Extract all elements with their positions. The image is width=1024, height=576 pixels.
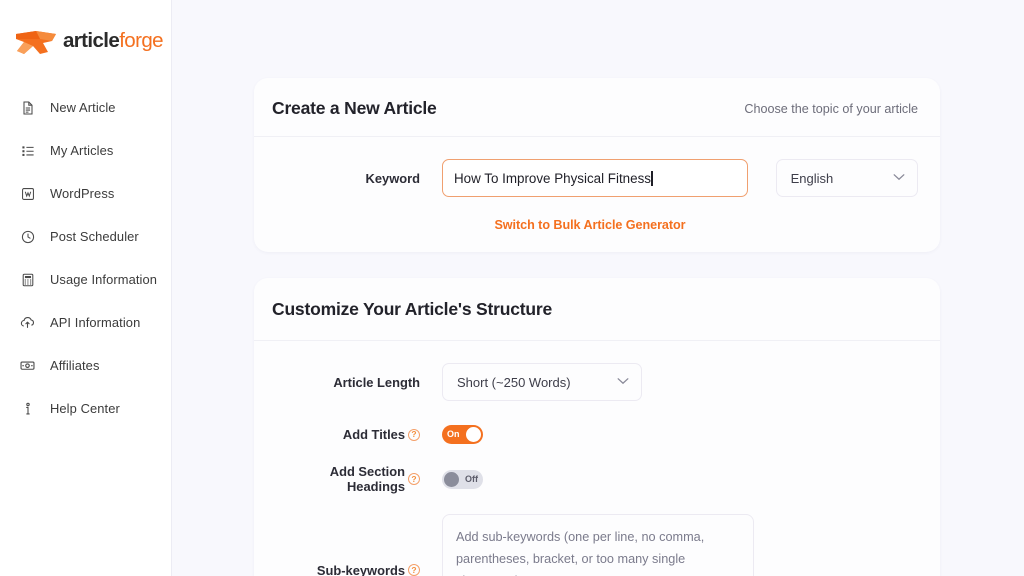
sidebar-item-label: Affiliates — [50, 358, 100, 373]
bulk-link-row: Switch to Bulk Article Generator — [272, 218, 918, 232]
switch-to-bulk-generator-link[interactable]: Switch to Bulk Article Generator — [494, 218, 685, 232]
add-section-headings-toggle[interactable]: Off — [442, 469, 483, 489]
create-article-card-header: Create a New Article Choose the topic of… — [254, 78, 940, 137]
create-article-subtitle: Choose the topic of your article — [744, 101, 918, 116]
sidebar-item-affiliates[interactable]: Affiliates — [0, 344, 171, 387]
toggle-knob — [444, 471, 459, 487]
list-icon — [18, 141, 37, 160]
banknote-icon — [18, 356, 37, 375]
sidebar-item-wordpress[interactable]: WordPress — [0, 172, 171, 215]
structure-card-header: Customize Your Article's Structure — [254, 278, 940, 341]
keyword-label: Keyword — [365, 170, 420, 186]
cloud-upload-icon — [18, 313, 37, 332]
sub-keywords-row: Sub-keywords ? Add sub-keywords (one per… — [272, 514, 918, 576]
structure-card-body: Article Length Short (~250 Words) Add Ti… — [254, 341, 940, 576]
sidebar-item-label: Post Scheduler — [50, 229, 139, 244]
chevron-down-icon — [617, 377, 629, 388]
sub-keywords-textarea[interactable]: Add sub-keywords (one per line, no comma… — [442, 514, 754, 576]
add-titles-label: Add Titles ? — [272, 427, 442, 442]
clock-icon — [18, 227, 37, 246]
brand-name-forge: forge — [119, 28, 163, 52]
language-select-value: English — [790, 170, 834, 186]
sidebar-item-my-articles[interactable]: My Articles — [0, 129, 171, 172]
sidebar-item-api-information[interactable]: API Information — [0, 301, 171, 344]
sub-keywords-label: Sub-keywords ? — [272, 514, 442, 576]
article-length-value: Short (~250 Words) — [457, 374, 571, 390]
keyword-input[interactable]: How To Improve Physical Fitness — [442, 159, 748, 197]
structure-title: Customize Your Article's Structure — [272, 299, 553, 319]
article-length-select[interactable]: Short (~250 Words) — [442, 363, 642, 401]
anvil-icon — [10, 21, 62, 61]
brand-logo[interactable]: articleforge — [0, 0, 171, 62]
help-icon[interactable]: ? — [408, 428, 420, 441]
help-icon[interactable]: ? — [408, 564, 420, 576]
sidebar-item-label: Help Center — [50, 401, 120, 416]
document-icon — [18, 98, 37, 117]
structure-card: Customize Your Article's Structure Artic… — [254, 278, 940, 576]
text-caret — [651, 170, 653, 186]
sidebar-nav: New Article My Articles WordPress Post S… — [0, 86, 171, 430]
sidebar-item-label: My Articles — [50, 143, 114, 158]
add-titles-label-text: Add Titles — [342, 427, 405, 442]
add-section-headings-row: Add Section Headings ? Off — [272, 464, 918, 494]
sidebar-item-help-center[interactable]: Help Center — [0, 387, 171, 430]
sidebar-item-usage-information[interactable]: Usage Information — [0, 258, 171, 301]
sidebar-item-new-article[interactable]: New Article — [0, 86, 171, 129]
chevron-down-icon — [893, 173, 905, 184]
add-section-headings-label: Add Section Headings ? — [272, 464, 442, 494]
brand-name-article: article — [63, 28, 120, 52]
keyword-input-value: How To Improve Physical Fitness — [454, 170, 651, 186]
page-title: Create a New Article — [272, 98, 437, 118]
add-titles-toggle[interactable]: On — [442, 425, 483, 444]
create-article-card-body: Keyword How To Improve Physical Fitness … — [254, 137, 940, 252]
brand-wordmark: articleforge — [63, 28, 164, 52]
info-icon — [18, 399, 37, 418]
sidebar-item-label: API Information — [50, 315, 141, 330]
add-titles-row: Add Titles ? On — [272, 425, 918, 444]
main-content: Create a New Article Choose the topic of… — [172, 0, 1024, 576]
help-icon[interactable]: ? — [408, 473, 420, 485]
sub-keywords-label-text: Sub-keywords — [316, 562, 405, 576]
sidebar-item-label: Usage Information — [50, 272, 158, 287]
sidebar: articleforge New Article My Articles Wor… — [0, 0, 172, 576]
toggle-knob — [466, 427, 481, 442]
app-root: articleforge New Article My Articles Wor… — [0, 0, 1024, 576]
sidebar-item-label: WordPress — [50, 186, 115, 201]
add-section-headings-toggle-state: Off — [465, 473, 478, 484]
sidebar-item-label: New Article — [50, 100, 116, 115]
add-section-headings-label-text: Add Section Headings — [329, 464, 405, 494]
add-titles-toggle-state: On — [447, 429, 460, 439]
keyword-row: Keyword How To Improve Physical Fitness … — [272, 159, 918, 197]
wordpress-box-icon — [18, 184, 37, 203]
language-select[interactable]: English — [775, 159, 918, 197]
create-article-card: Create a New Article Choose the topic of… — [254, 78, 940, 252]
article-length-label: Article Length — [333, 374, 420, 390]
sidebar-item-post-scheduler[interactable]: Post Scheduler — [0, 215, 171, 258]
calculator-icon — [18, 270, 37, 289]
article-length-row: Article Length Short (~250 Words) — [272, 363, 918, 401]
